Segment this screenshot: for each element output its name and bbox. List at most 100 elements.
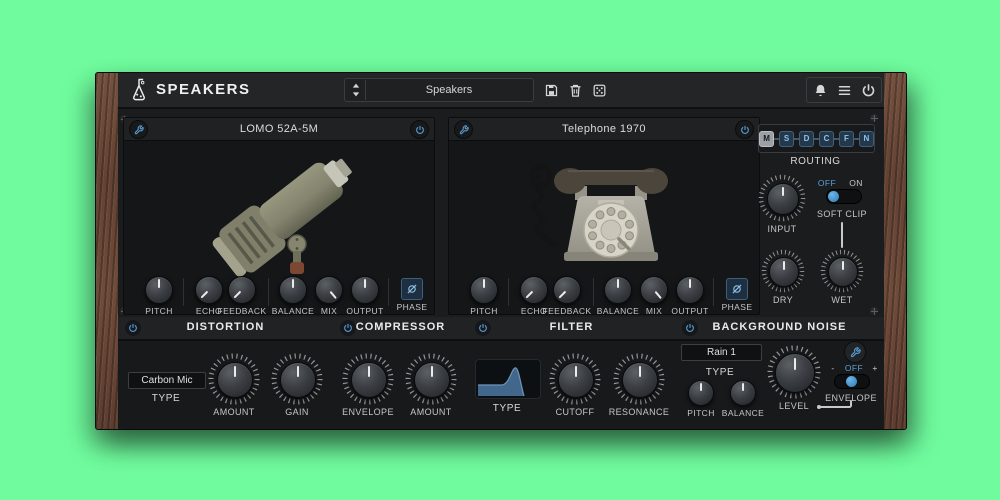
power-icon[interactable] <box>475 320 491 336</box>
routing-node-n[interactable]: N <box>858 130 874 147</box>
routing-group: M S D C F N <box>758 124 875 153</box>
section-title: FILTER <box>549 321 594 333</box>
type-label: TYPE <box>492 403 522 414</box>
softclip-off-label: OFF <box>817 178 837 188</box>
section-title: DISTORTION <box>186 321 265 333</box>
wood-panel-left <box>96 73 118 429</box>
phase-icon <box>405 282 419 296</box>
knob-label: ENVELOPE <box>342 407 394 417</box>
power-icon[interactable] <box>735 120 754 139</box>
softclip-on-label: ON <box>849 178 863 188</box>
envelope-plus-label[interactable]: + <box>869 363 881 373</box>
speaker-module-2: Telephone 1970 PITCH ECHO FEEDBACK BALAN… <box>448 117 760 316</box>
routing-node-c[interactable]: C <box>818 130 835 147</box>
feedback-knob[interactable]: FEEDBACK <box>540 276 594 316</box>
envelope-toggle[interactable] <box>834 374 870 389</box>
dice-icon[interactable] <box>590 81 608 99</box>
amount-knob[interactable]: AMOUNT <box>199 353 269 417</box>
routing-node-s[interactable]: S <box>778 130 795 147</box>
output-knob[interactable]: OUTPUT <box>338 276 392 316</box>
knob-label: MIX <box>645 306 663 316</box>
screw-icon <box>870 307 879 316</box>
feedback-knob[interactable]: FEEDBACK <box>215 276 269 316</box>
wet-knob[interactable]: WET <box>814 249 870 305</box>
knob-label: OUTPUT <box>671 306 709 316</box>
filter-type-display[interactable] <box>475 359 541 399</box>
amount-knob[interactable]: AMOUNT <box>396 353 466 417</box>
header-bar: SPEAKERS Speakers <box>118 73 884 109</box>
screw-icon <box>870 114 879 123</box>
knob-label: PITCH <box>470 306 498 316</box>
module2-title[interactable]: Telephone 1970 <box>449 118 759 140</box>
knob-label: RESONANCE <box>608 407 670 417</box>
filter-section: FILTER TYPE CUTOFF RESONANCE <box>468 317 677 429</box>
flask-logo-icon <box>128 77 150 103</box>
knob-label: DRY <box>772 295 794 305</box>
header-actions-group <box>806 77 882 103</box>
wood-panel-right <box>884 73 906 429</box>
power-icon[interactable] <box>410 120 429 139</box>
knob-label: AMOUNT <box>213 407 255 417</box>
telephone-image <box>519 146 689 274</box>
preset-selector[interactable]: Speakers <box>344 78 534 102</box>
trash-icon[interactable] <box>566 81 584 99</box>
filter-curve-icon <box>478 367 525 397</box>
module1-header: LOMO 52A-5M <box>124 118 434 141</box>
noise-pitch-knob[interactable]: PITCH <box>679 380 723 418</box>
knob-label: WET <box>831 295 853 305</box>
cutoff-knob[interactable]: CUTOFF <box>540 353 610 417</box>
gain-knob[interactable]: GAIN <box>262 353 332 417</box>
routing-node-d[interactable]: D <box>798 130 815 147</box>
power-icon[interactable] <box>125 320 141 336</box>
compressor-header: COMPRESSOR <box>333 317 468 341</box>
output-knob[interactable]: OUTPUT <box>663 276 717 316</box>
routing-node-f[interactable]: F <box>838 130 855 147</box>
dry-knob[interactable]: DRY <box>755 249 811 305</box>
knob-label: PITCH <box>687 408 715 418</box>
knob-label: AMOUNT <box>410 407 452 417</box>
knob-label: BALANCE <box>721 408 765 418</box>
preset-name[interactable]: Speakers <box>365 79 533 101</box>
softclip-label: SOFT CLIP <box>817 209 867 219</box>
speaker-module-1: LOMO 52A-5M PITCH ECHO FEEDBACK BALANCE … <box>123 117 435 316</box>
type-label: TYPE <box>151 393 181 404</box>
connector-line <box>841 222 843 248</box>
module1-title[interactable]: LOMO 52A-5M <box>124 118 434 140</box>
distortion-header: DISTORTION <box>118 317 333 341</box>
save-icon[interactable] <box>542 81 560 99</box>
knob-label: OUTPUT <box>346 306 384 316</box>
pitch-knob[interactable]: PITCH <box>457 276 511 316</box>
distortion-section: DISTORTION Carbon Mic TYPE AMOUNT GAIN <box>118 317 335 429</box>
filter-header: FILTER <box>468 317 675 341</box>
knob-label: PITCH <box>145 306 173 316</box>
knob-label: PHASE <box>396 302 428 312</box>
knob-label: FEEDBACK <box>542 306 592 316</box>
power-icon[interactable] <box>682 320 698 336</box>
knob-label: GAIN <box>285 407 309 417</box>
compressor-section: COMPRESSOR ENVELOPE AMOUNT <box>333 317 470 429</box>
distortion-type-select[interactable]: Carbon Mic <box>128 372 206 389</box>
power-icon[interactable] <box>859 81 877 99</box>
module2-header: Telephone 1970 <box>449 118 759 141</box>
bell-icon[interactable] <box>811 81 829 99</box>
resonance-knob[interactable]: RESONANCE <box>604 353 674 417</box>
preset-stepper-icon[interactable] <box>347 80 366 100</box>
microphone-image <box>189 146 379 278</box>
knob-label: MIX <box>320 306 338 316</box>
input-knob[interactable]: INPUT <box>747 174 817 234</box>
menu-icon[interactable] <box>835 81 853 99</box>
wrench-icon[interactable] <box>844 341 866 363</box>
envelope-knob[interactable]: ENVELOPE <box>333 353 403 417</box>
speakers-plugin-window: SPEAKERS Speakers LOMO 52A-5M PITCH ECHO… <box>95 72 907 430</box>
pitch-knob[interactable]: PITCH <box>132 276 186 316</box>
routing-node-m[interactable]: M <box>759 130 775 147</box>
phase-button[interactable]: PHASE <box>385 278 439 312</box>
power-icon[interactable] <box>340 320 356 336</box>
knob-label: FEEDBACK <box>217 306 267 316</box>
softclip-toggle[interactable] <box>826 189 862 204</box>
knob-label: PHASE <box>721 302 753 312</box>
connector-line <box>820 406 851 408</box>
phase-icon <box>730 282 744 296</box>
envelope-minus-label[interactable]: - <box>827 363 839 373</box>
noise-type-select[interactable]: Rain 1 <box>681 344 762 361</box>
